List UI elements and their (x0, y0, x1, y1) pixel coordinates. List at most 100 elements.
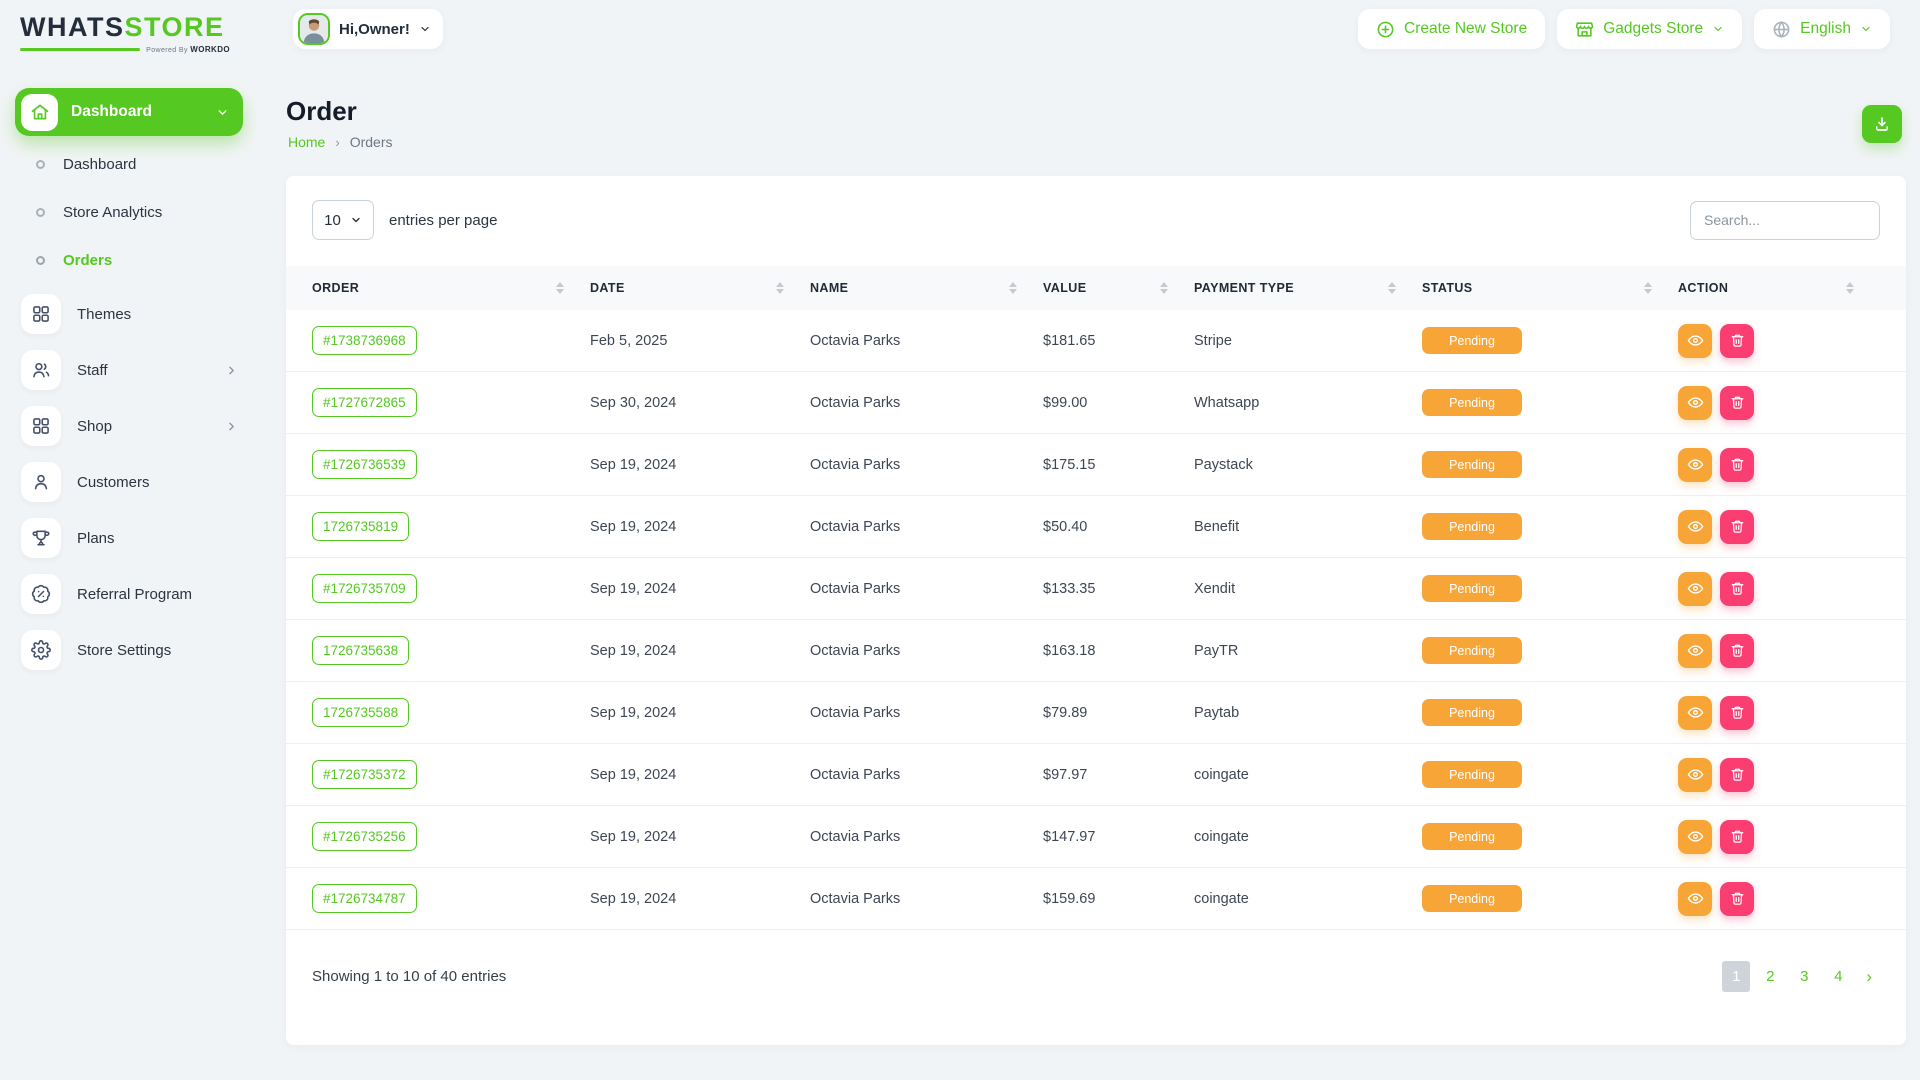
page-button-2[interactable]: 2 (1756, 961, 1784, 992)
export-download-button[interactable] (1862, 105, 1902, 143)
sidebar-subitem-orders[interactable]: Orders (0, 236, 258, 284)
gear-icon (21, 630, 61, 670)
column-header-date[interactable]: DATE (590, 281, 810, 295)
store-switcher-button[interactable]: Gadgets Store (1557, 9, 1742, 49)
breadcrumb-home-link[interactable]: Home (288, 134, 325, 150)
order-date: Sep 19, 2024 (590, 891, 810, 907)
sidebar-item-shop[interactable]: Shop (0, 398, 258, 454)
order-id-badge[interactable]: #1726734787 (312, 884, 417, 913)
sidebar-item-label: Themes (77, 306, 238, 323)
page-button-4[interactable]: 4 (1824, 961, 1852, 992)
sidebar-submenu: DashboardStore AnalyticsOrders (0, 140, 258, 284)
language-selector-button[interactable]: English (1754, 9, 1890, 49)
order-value: $175.15 (1043, 457, 1194, 473)
sidebar-item-plans[interactable]: Plans (0, 510, 258, 566)
view-order-button[interactable] (1678, 572, 1712, 606)
table-header-row: ORDERDATENAMEVALUEPAYMENT TYPE STATUS ACTI… (286, 266, 1906, 310)
table-row: #1726735372Sep 19, 2024Octavia Parks$97.… (286, 744, 1906, 806)
view-order-button[interactable] (1678, 696, 1712, 730)
order-id-badge[interactable]: 1726735819 (312, 512, 409, 541)
order-id-badge[interactable]: #1726735372 (312, 760, 417, 789)
view-order-button[interactable] (1678, 510, 1712, 544)
delete-order-button[interactable] (1720, 572, 1754, 606)
table-controls: 10 entries per page (286, 176, 1906, 240)
delete-order-button[interactable] (1720, 448, 1754, 482)
order-date: Sep 19, 2024 (590, 457, 810, 473)
home-icon (21, 94, 58, 131)
chevron-down-icon (1712, 23, 1724, 35)
view-order-button[interactable] (1678, 758, 1712, 792)
sort-arrows-icon (1009, 282, 1017, 294)
delete-order-button[interactable] (1720, 820, 1754, 854)
column-header-payment-type[interactable]: PAYMENT TYPE (1194, 281, 1422, 295)
payment-type: Paystack (1194, 457, 1422, 473)
order-date: Sep 19, 2024 (590, 829, 810, 845)
order-id-badge[interactable]: #1738736968 (312, 326, 417, 355)
page-button-1[interactable]: 1 (1722, 961, 1750, 992)
user-menu[interactable]: Hi,Owner! (293, 9, 443, 49)
search-input[interactable] (1690, 201, 1880, 240)
order-id-badge[interactable]: #1727672865 (312, 388, 417, 417)
view-order-button[interactable] (1678, 324, 1712, 358)
table-row: #1726736539 Sep 19, 2024Octavia Parks$175… (286, 434, 1906, 496)
column-label: PAYMENT TYPE (1194, 281, 1294, 295)
order-id-badge[interactable]: #1726735256 (312, 822, 417, 851)
view-order-button[interactable] (1678, 882, 1712, 916)
brand-logo[interactable]: WHATSSTORE Powered By WORKDO (20, 14, 230, 54)
sidebar-item-dashboard-group[interactable]: Dashboard (15, 88, 243, 136)
order-id-badge[interactable]: #1726736539 (312, 450, 417, 479)
view-order-button[interactable] (1678, 820, 1712, 854)
delete-order-button[interactable] (1720, 324, 1754, 358)
eye-icon (1687, 704, 1704, 721)
trash-icon (1730, 705, 1745, 720)
order-id-badge[interactable]: 1726735638 (312, 636, 409, 665)
order-value: $163.18 (1043, 643, 1194, 659)
store-icon (1575, 20, 1594, 39)
view-order-button[interactable] (1678, 386, 1712, 420)
order-date: Sep 19, 2024 (590, 519, 810, 535)
customer-name: Octavia Parks (810, 891, 1043, 907)
sidebar-item-label: Referral Program (77, 586, 238, 603)
order-date: Sep 19, 2024 (590, 705, 810, 721)
column-header-value[interactable]: VALUE (1043, 281, 1194, 295)
powered-brand: WORKDO (190, 45, 230, 54)
trash-icon (1730, 767, 1745, 782)
column-label: STATUS (1422, 281, 1473, 295)
view-order-button[interactable] (1678, 634, 1712, 668)
sidebar-item-staff[interactable]: Staff (0, 342, 258, 398)
page-button-3[interactable]: 3 (1790, 961, 1818, 992)
status-badge: Pending (1422, 761, 1522, 788)
sidebar-subitem-store-analytics[interactable]: Store Analytics (0, 188, 258, 236)
sidebar-item-customers[interactable]: Customers (0, 454, 258, 510)
delete-order-button[interactable] (1720, 696, 1754, 730)
eye-icon (1687, 332, 1704, 349)
eye-icon (1687, 456, 1704, 473)
create-new-store-button[interactable]: Create New Store (1358, 9, 1545, 49)
column-header-order[interactable]: ORDER (312, 281, 590, 295)
sidebar-item-themes[interactable]: Themes (0, 286, 258, 342)
column-header-status[interactable]: STATUS (1422, 281, 1678, 295)
customer-name: Octavia Parks (810, 457, 1043, 473)
table-body: #1738736968Feb 5, 2025Octavia Parks$181.… (286, 310, 1906, 930)
table-row: 1726735638Sep 19, 2024Octavia Parks$163.… (286, 620, 1906, 682)
column-header-action[interactable]: ACTION (1678, 281, 1880, 295)
sidebar-item-store-settings[interactable]: Store Settings (0, 622, 258, 678)
order-id-badge[interactable]: 1726735588 (312, 698, 409, 727)
column-header-name[interactable]: NAME (810, 281, 1043, 295)
order-id-badge[interactable]: #1726735709 (312, 574, 417, 603)
sidebar-subitem-dashboard[interactable]: Dashboard (0, 140, 258, 188)
delete-order-button[interactable] (1720, 758, 1754, 792)
user-greeting: Hi,Owner! (339, 21, 410, 38)
delete-order-button[interactable] (1720, 634, 1754, 668)
chevron-down-icon (1860, 23, 1872, 35)
sort-arrows-icon (1388, 282, 1396, 294)
entries-per-page-select[interactable]: 10 (312, 200, 374, 240)
sidebar-item-referral-program[interactable]: Referral Program (0, 566, 258, 622)
delete-order-button[interactable] (1720, 510, 1754, 544)
view-order-button[interactable] (1678, 448, 1712, 482)
next-page-button[interactable]: › (1858, 967, 1880, 987)
delete-order-button[interactable] (1720, 386, 1754, 420)
badge-percent-icon (21, 574, 61, 614)
delete-order-button[interactable] (1720, 882, 1754, 916)
customer-name: Octavia Parks (810, 395, 1043, 411)
